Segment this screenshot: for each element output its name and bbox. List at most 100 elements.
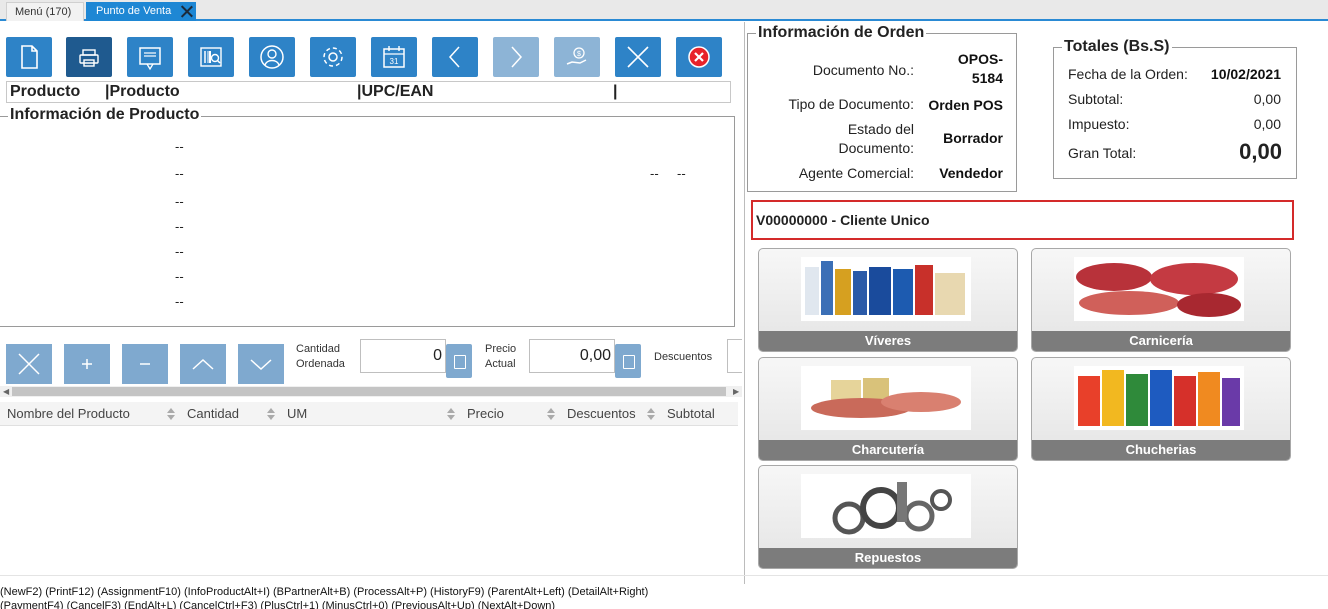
- payment-button[interactable]: $: [554, 37, 600, 77]
- divider: [0, 575, 1328, 576]
- delete-line-button[interactable]: [6, 344, 52, 384]
- grand-total-label: Gran Total:: [1068, 145, 1137, 161]
- receipt-icon: [139, 47, 161, 71]
- discount-label: Descuentos: [654, 351, 713, 363]
- category-charcuteria-button[interactable]: Charcutería: [758, 357, 1018, 461]
- process-button[interactable]: [310, 37, 356, 77]
- search-col-producto-key: Producto: [10, 83, 81, 100]
- tab-pos-label: Punto de Venta: [96, 5, 172, 17]
- category-carniceria-button[interactable]: Carnicería: [1031, 248, 1291, 352]
- col-descuentos[interactable]: Descuentos: [567, 406, 636, 421]
- bpartner-button[interactable]: [249, 37, 295, 77]
- shortcut-line-2: (PaymentF4) (CancelF3) (EndAlt+L) (Cance…: [0, 600, 556, 609]
- col-subtotal[interactable]: Subtotal: [667, 406, 715, 421]
- tax-value: 0,00: [1253, 116, 1281, 132]
- plus-button[interactable]: [64, 344, 110, 384]
- doc-no-label: Documento No.:: [812, 62, 914, 78]
- product-info-value: --: [175, 244, 184, 259]
- history-button[interactable]: 31: [371, 37, 417, 77]
- doc-no-value: OPOS-: [957, 51, 1003, 67]
- grand-total-value: 0,00: [1239, 139, 1282, 164]
- subtotal-value: 0,00: [1253, 91, 1281, 107]
- qty-ordered-label-2: Ordenada: [296, 358, 345, 370]
- minus-icon: [140, 363, 150, 365]
- quantity-calculator-button[interactable]: [446, 344, 472, 378]
- category-chucherias-button[interactable]: Chucherias: [1031, 357, 1291, 461]
- scroll-left-icon[interactable]: ◀: [3, 386, 9, 397]
- panel-divider: [744, 22, 745, 584]
- scroll-thumb[interactable]: [12, 387, 726, 396]
- product-search-header[interactable]: Producto |Producto |UPC/EAN |: [6, 81, 731, 103]
- qty-ordered-label: Cantidad: [296, 343, 341, 355]
- product-info-value: --: [650, 166, 659, 181]
- minus-button[interactable]: [122, 344, 168, 384]
- client-name: V00000000 - Cliente Unico: [756, 212, 930, 228]
- gears-icon: [832, 482, 952, 535]
- doc-status-label-2: Documento:: [838, 140, 914, 156]
- doc-no-value-2: 5184: [971, 70, 1003, 86]
- chevron-up-icon: [192, 358, 214, 370]
- carniceria-image: [1074, 257, 1244, 321]
- business-partner-field[interactable]: V00000000 - Cliente Unico: [751, 200, 1294, 240]
- horizontal-scrollbar[interactable]: ◀ ▶: [0, 386, 742, 397]
- assignment-button[interactable]: [127, 37, 173, 77]
- deli-icon: [811, 378, 961, 418]
- calendar-icon: 31: [383, 46, 405, 68]
- tab-punto-de-venta[interactable]: Punto de Venta: [86, 2, 196, 21]
- next-line-button[interactable]: [238, 344, 284, 384]
- printer-icon: [79, 49, 99, 67]
- charcuteria-image: [801, 366, 971, 430]
- chevron-left-icon: [448, 46, 460, 68]
- product-info-title: Información de Producto: [8, 106, 202, 124]
- meat-icon: [1076, 263, 1241, 317]
- scroll-right-icon[interactable]: ▶: [733, 386, 739, 397]
- sort-icon[interactable]: [547, 407, 555, 421]
- tab-bar: Menú (170) Punto de Venta: [0, 0, 1328, 21]
- col-um[interactable]: UM: [287, 406, 307, 421]
- svg-text:$: $: [577, 51, 581, 58]
- col-precio[interactable]: Precio: [467, 406, 504, 421]
- shortcut-line-1: (NewF2) (PrintF12) (AssignmentF10) (Info…: [0, 586, 649, 598]
- product-info-value: --: [175, 269, 184, 284]
- price-calculator-button[interactable]: [615, 344, 641, 378]
- close-icon: [627, 46, 649, 68]
- previous-line-button[interactable]: [180, 344, 226, 384]
- exit-button[interactable]: [676, 37, 722, 77]
- order-info-title: Información de Orden: [756, 24, 927, 42]
- tab-menu[interactable]: Menú (170): [6, 2, 84, 21]
- price-input[interactable]: 0,00: [529, 339, 615, 373]
- sales-agent-label: Agente Comercial:: [798, 165, 914, 181]
- category-repuestos-label: Repuestos: [759, 548, 1017, 568]
- col-nombre-producto[interactable]: Nombre del Producto: [7, 406, 130, 421]
- sales-agent-value: Vendedor: [939, 165, 1003, 181]
- new-button[interactable]: [6, 37, 52, 77]
- product-info-group: [0, 116, 735, 327]
- col-cantidad[interactable]: Cantidad: [187, 406, 239, 421]
- hand-coin-icon: $: [566, 47, 587, 65]
- calendar-day: 31: [390, 57, 399, 66]
- doc-type-label: Tipo de Documento:: [788, 96, 914, 112]
- discount-input[interactable]: [727, 339, 742, 373]
- sort-icon[interactable]: [447, 407, 455, 421]
- doc-type-value: Orden POS: [928, 97, 1003, 113]
- chucherias-image: [1074, 366, 1244, 430]
- category-repuestos-button[interactable]: Repuestos: [758, 465, 1018, 569]
- sort-icon[interactable]: [267, 407, 275, 421]
- cancel-button[interactable]: [615, 37, 661, 77]
- close-icon[interactable]: [180, 5, 193, 18]
- order-date-value: 10/02/2021: [1210, 66, 1281, 82]
- print-button[interactable]: [66, 37, 112, 77]
- plus-icon: [82, 359, 92, 369]
- quantity-input[interactable]: 0: [360, 339, 446, 373]
- info-product-button[interactable]: [188, 37, 234, 77]
- sort-icon[interactable]: [167, 407, 175, 421]
- sort-icon[interactable]: [647, 407, 655, 421]
- category-viveres-button[interactable]: Víveres: [758, 248, 1018, 352]
- barcode-icon: [200, 47, 222, 67]
- product-info-value: --: [677, 166, 686, 181]
- search-col-producto-name: |Producto: [105, 83, 180, 100]
- previous-button[interactable]: [432, 37, 478, 77]
- category-chucherias-label: Chucherias: [1032, 440, 1290, 460]
- next-button[interactable]: [493, 37, 539, 77]
- order-lines-header: Nombre del Producto Cantidad UM Precio D…: [0, 402, 738, 426]
